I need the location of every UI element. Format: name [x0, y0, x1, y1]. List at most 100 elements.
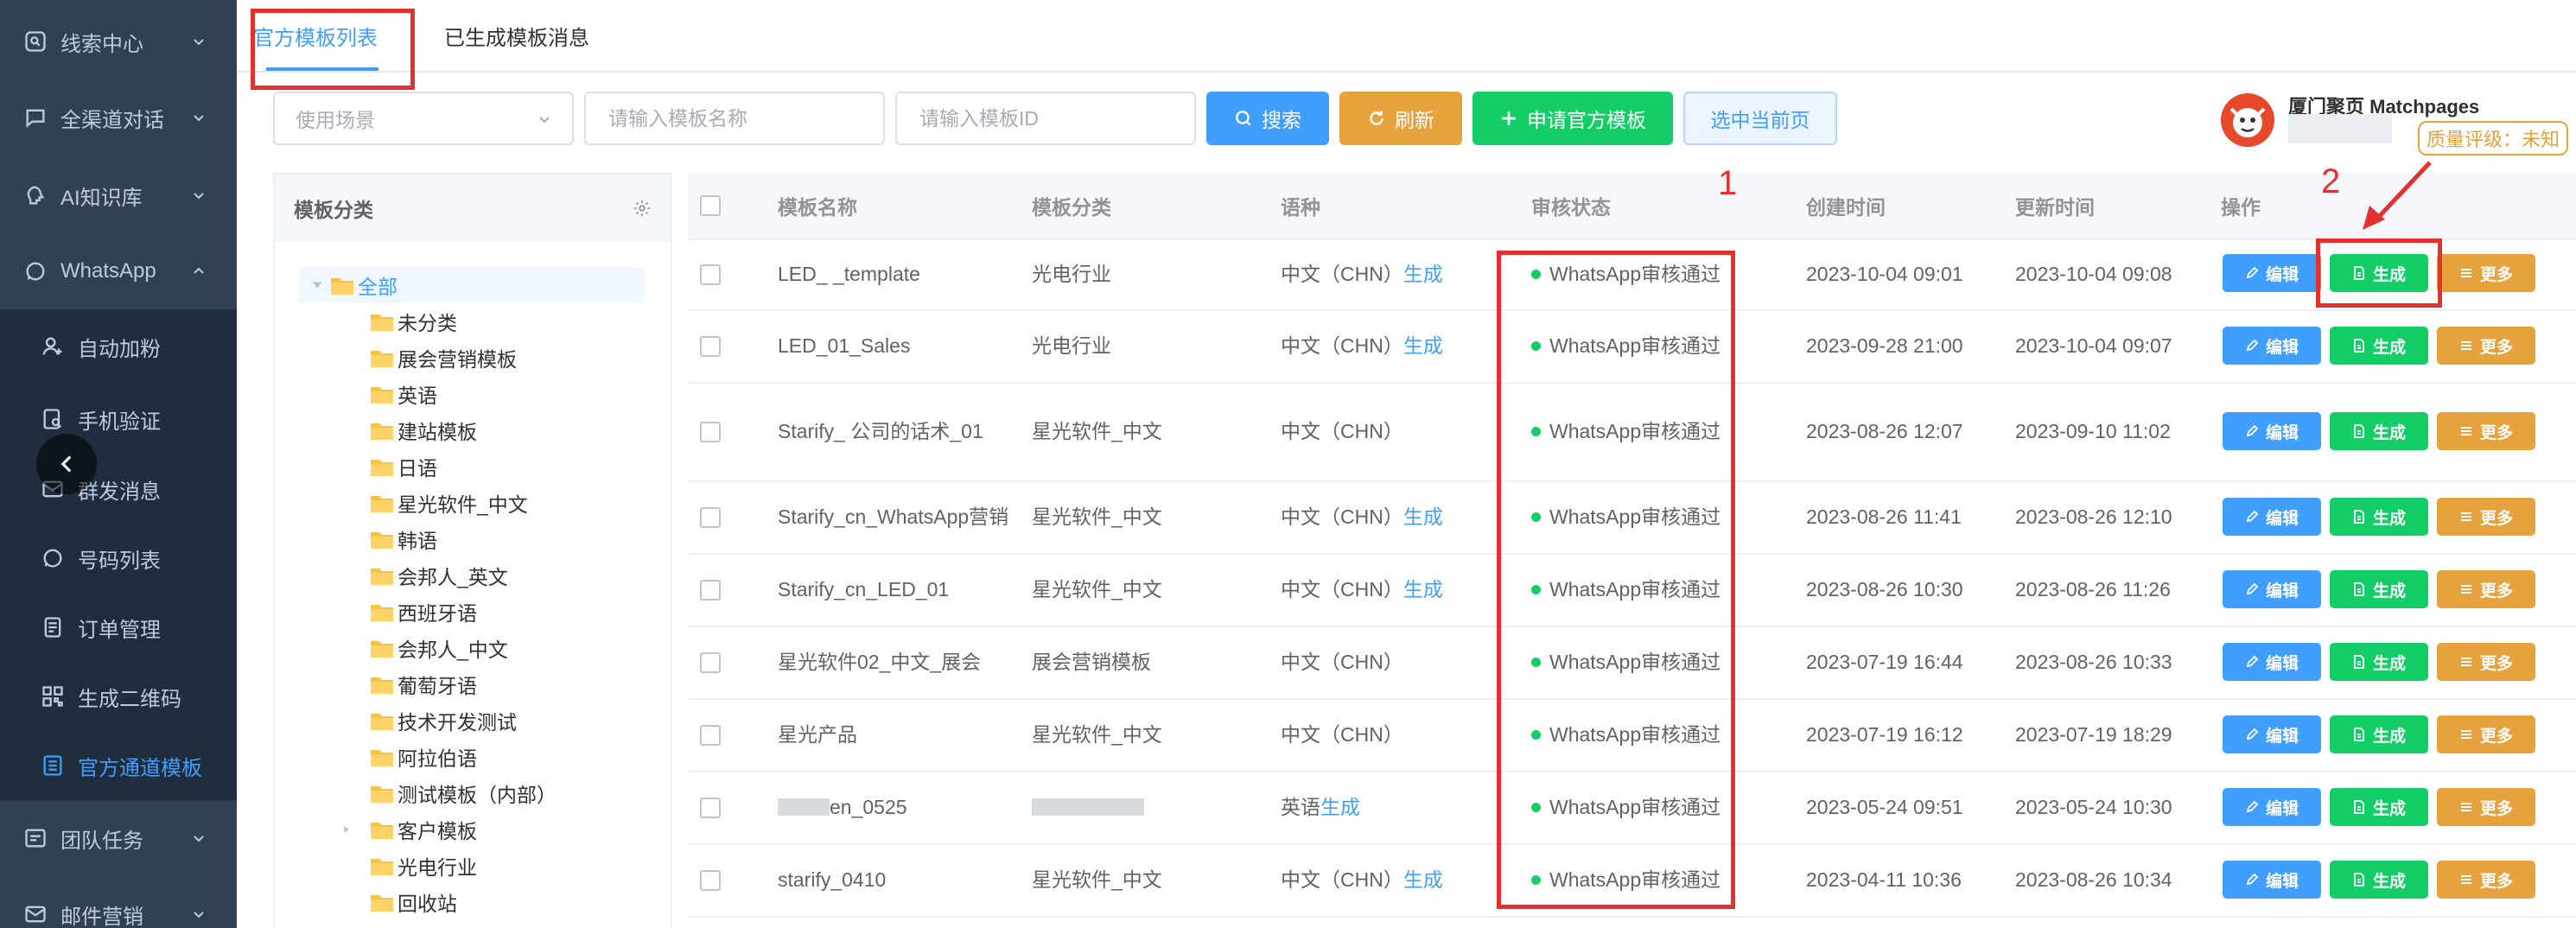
avatar-logo-icon — [2221, 93, 2274, 147]
template-id-input[interactable] — [918, 105, 1170, 131]
edit-button[interactable]: 编辑 — [2223, 570, 2321, 608]
account-avatar[interactable] — [2221, 93, 2274, 147]
sidebar-item-clue-center[interactable]: 线索中心 — [0, 3, 237, 79]
select-current-page-button[interactable]: 选中当前页 — [1683, 92, 1837, 145]
generate-button[interactable]: 生成 — [2330, 643, 2428, 681]
tree-node[interactable]: 客户模板 — [340, 812, 477, 847]
sidebar-item-phone-verify[interactable]: 手机验证 — [0, 384, 237, 454]
tree-node[interactable]: 测试模板（内部） — [370, 776, 557, 810]
generate-link[interactable]: 生成 — [1403, 330, 1443, 361]
edit-button[interactable]: 编辑 — [2223, 254, 2321, 292]
tree-node[interactable]: 韩语 — [370, 522, 437, 556]
generate-button[interactable]: 生成 — [2330, 715, 2428, 753]
tree-node[interactable]: 展会营销模板 — [370, 340, 517, 375]
template-name-input[interactable] — [607, 105, 859, 131]
template-category-cell: 光电行业 — [1032, 263, 1111, 285]
edit-button[interactable]: 编辑 — [2223, 643, 2321, 681]
gear-icon[interactable] — [633, 199, 652, 218]
verify-icon — [40, 406, 66, 432]
generate-link[interactable]: 生成 — [1320, 791, 1360, 823]
sidebar-item-team-task[interactable]: 团队任务 — [0, 800, 237, 876]
more-button[interactable]: 更多 — [2437, 861, 2535, 899]
file-icon — [2354, 339, 2364, 353]
folder-icon — [371, 895, 393, 912]
generate-button[interactable]: 生成 — [2330, 570, 2428, 608]
edit-icon — [2246, 339, 2259, 352]
tree-node[interactable]: 葡萄牙语 — [370, 667, 477, 702]
generate-link[interactable]: 生成 — [1403, 501, 1443, 532]
row-checkbox[interactable] — [700, 422, 721, 442]
sidebar-item-order-management[interactable]: 订单管理 — [0, 593, 237, 662]
sidebar-item-omnichannel-chat[interactable]: 全渠道对话 — [0, 79, 237, 156]
more-button[interactable]: 更多 — [2437, 254, 2535, 292]
more-button[interactable]: 更多 — [2437, 412, 2535, 450]
tree-node-all[interactable]: 全部 — [299, 268, 645, 302]
folder-icon — [371, 605, 393, 621]
generate-button[interactable]: 生成 — [2330, 327, 2428, 365]
generate-button[interactable]: 生成 — [2330, 788, 2428, 826]
refresh-button[interactable]: 刷新 — [1339, 92, 1462, 145]
tree-node[interactable]: 英语 — [370, 377, 437, 411]
tree-node[interactable]: 阿拉伯语 — [370, 740, 477, 774]
search-button[interactable]: 搜索 — [1206, 92, 1329, 145]
tree-node[interactable]: 西班牙语 — [370, 594, 477, 629]
row-checkbox[interactable] — [700, 725, 721, 746]
more-button[interactable]: 更多 — [2437, 327, 2535, 365]
sidebar-item-auto-add-fans[interactable]: 自动加粉 — [0, 309, 237, 384]
sidebar-item-qrcode[interactable]: 生成二维码 — [0, 662, 237, 731]
generate-button[interactable]: 生成 — [2330, 861, 2428, 899]
tree-node[interactable]: 会邦人_中文 — [370, 631, 508, 665]
language-text: 英语 — [1281, 796, 1320, 818]
tree-node[interactable]: 星光软件_中文 — [370, 486, 528, 520]
select-page-label: 选中当前页 — [1710, 109, 1810, 131]
tree-node[interactable]: 未分类 — [370, 304, 457, 339]
more-button[interactable]: 更多 — [2437, 788, 2535, 826]
task-icon — [22, 825, 48, 851]
row-checkbox[interactable] — [700, 336, 721, 357]
generate-button[interactable]: 生成 — [2330, 498, 2428, 536]
edit-button[interactable]: 编辑 — [2223, 788, 2321, 826]
row-checkbox[interactable] — [700, 798, 721, 818]
more-button[interactable]: 更多 — [2437, 715, 2535, 753]
edit-button[interactable]: 编辑 — [2223, 412, 2321, 450]
edit-button[interactable]: 编辑 — [2223, 861, 2321, 899]
row-checkbox[interactable] — [700, 870, 721, 891]
scene-select[interactable]: 使用场景 — [273, 92, 574, 145]
select-all-checkbox[interactable] — [700, 195, 721, 216]
generate-link[interactable]: 生成 — [1403, 864, 1443, 895]
edit-button[interactable]: 编辑 — [2223, 498, 2321, 536]
tab-label: 已生成模板消息 — [444, 26, 589, 50]
sidebar-item-number-list[interactable]: 号码列表 — [0, 524, 237, 593]
sidebar-item-whatsapp[interactable]: WhatsApp — [0, 233, 237, 309]
row-checkbox[interactable] — [700, 507, 721, 528]
more-button[interactable]: 更多 — [2437, 643, 2535, 681]
generate-link[interactable]: 生成 — [1403, 258, 1443, 289]
collapse-sidebar-button[interactable] — [36, 434, 97, 494]
more-button[interactable]: 更多 — [2437, 498, 2535, 536]
more-button[interactable]: 更多 — [2437, 570, 2535, 608]
chevron-down-icon — [194, 836, 204, 842]
tree-node[interactable]: 会邦人_英文 — [370, 558, 508, 593]
generate-button-label: 生成 — [2372, 654, 2406, 673]
row-checkbox[interactable] — [700, 580, 721, 601]
tree-node[interactable]: 回收站 — [370, 885, 457, 919]
tree-node[interactable]: 建站模板 — [370, 413, 477, 448]
tree-node[interactable]: 日语 — [370, 449, 437, 484]
generate-link[interactable]: 生成 — [1403, 574, 1443, 605]
apply-official-template-button[interactable]: 申请官方模板 — [1472, 92, 1673, 145]
tab-generated-messages[interactable]: 已生成模板消息 — [444, 0, 589, 71]
sidebar-item-email-marketing[interactable]: 邮件营销 — [0, 876, 237, 928]
generate-button[interactable]: 生成 — [2330, 412, 2428, 450]
tree-node[interactable]: 光电行业 — [370, 849, 477, 883]
sidebar-item-ai-knowledge[interactable]: AI知识库 — [0, 157, 237, 233]
sidebar-item-official-template[interactable]: 官方通道模板 — [0, 731, 237, 800]
row-checkbox[interactable] — [700, 264, 721, 285]
chevron-down-icon — [194, 39, 204, 46]
edit-button[interactable]: 编辑 — [2223, 327, 2321, 365]
folder-icon — [371, 569, 393, 585]
row-checkbox[interactable] — [700, 652, 721, 673]
edit-button[interactable]: 编辑 — [2223, 715, 2321, 753]
tree-node[interactable]: 技术开发测试 — [370, 703, 517, 738]
updated-time-cell: 2023-08-26 10:34 — [2015, 868, 2172, 891]
apply-button-label: 申请官方模板 — [1527, 109, 1646, 131]
